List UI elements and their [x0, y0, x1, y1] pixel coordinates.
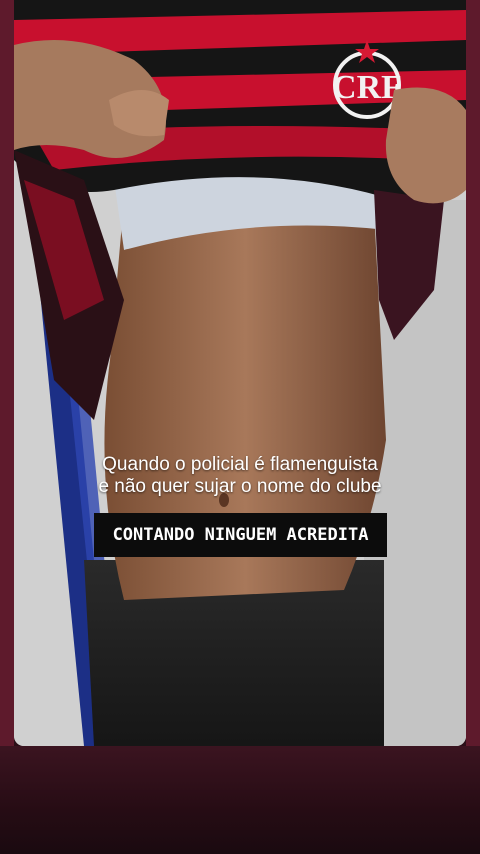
- headline-banner: CONTANDO NINGUEM ACREDITA: [94, 513, 387, 557]
- frame-left-border: [0, 0, 14, 746]
- video-caption-line-1: Quando o policial é flamenguista: [102, 454, 378, 475]
- headline-text: CONTANDO NINGUEM ACREDITA: [112, 525, 369, 545]
- video-frame-illustration: CRF: [14, 0, 466, 746]
- video-player[interactable]: CRF: [14, 0, 466, 746]
- svg-text:CRF: CRF: [332, 69, 402, 106]
- bottom-background: [0, 746, 480, 854]
- video-caption-line-2: e não quer sujar o nome do clube: [98, 476, 382, 497]
- frame-right-border: [466, 0, 480, 746]
